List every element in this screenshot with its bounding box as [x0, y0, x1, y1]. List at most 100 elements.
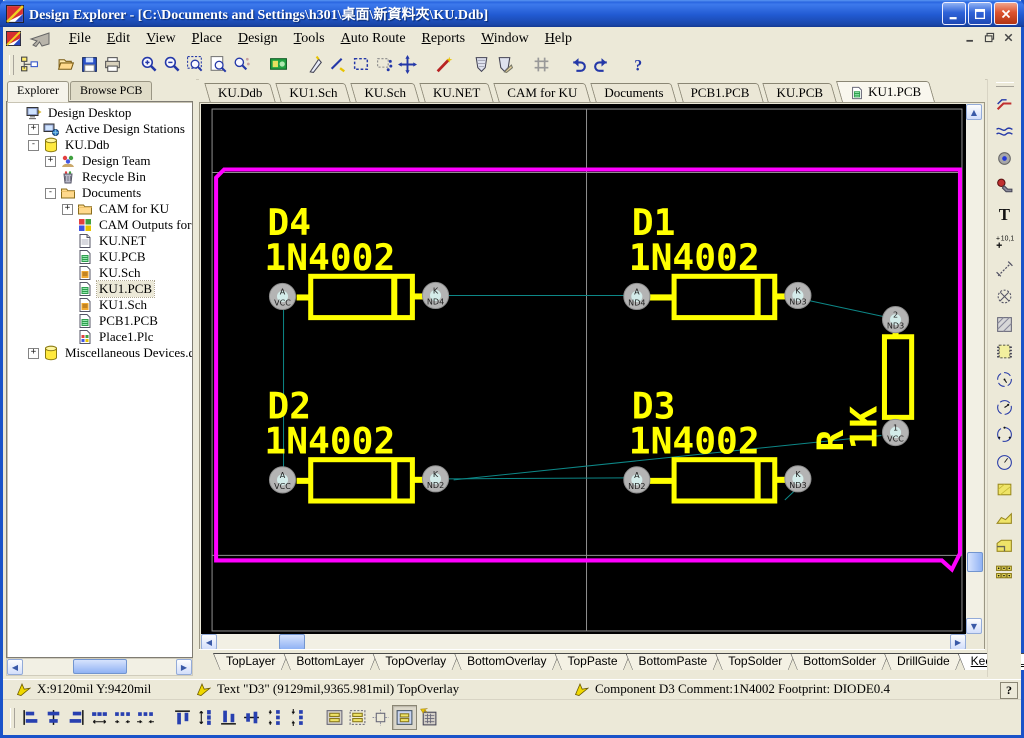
- status-help-button[interactable]: ?: [1000, 682, 1018, 699]
- save-button[interactable]: [78, 53, 101, 76]
- place-component-button[interactable]: [993, 340, 1016, 363]
- wizard-button[interactable]: [433, 53, 456, 76]
- maximize-button[interactable]: [968, 2, 992, 25]
- expand-plus-icon[interactable]: +: [28, 348, 39, 359]
- tree-item-design-desktop[interactable]: Design Desktop: [7, 105, 192, 121]
- scroll-right-button[interactable]: ▶: [176, 659, 192, 675]
- explorer-tree-button[interactable]: [18, 53, 41, 76]
- layer-tab-bottompaste[interactable]: BottomPaste: [626, 653, 721, 670]
- doc-tab-ku1-pcb[interactable]: KU1.PCB: [839, 81, 932, 102]
- help-button[interactable]: ?: [627, 53, 650, 76]
- zoom-document-button[interactable]: [207, 53, 230, 76]
- arrange-within-room-button[interactable]: [323, 706, 346, 729]
- doc-tab-cam-for-ku[interactable]: CAM for KU: [496, 83, 588, 102]
- print-button[interactable]: [101, 53, 124, 76]
- tree-item-ku-sch[interactable]: KU.Sch: [7, 265, 192, 281]
- edit-knife-button[interactable]: [304, 53, 327, 76]
- expand-plus-icon[interactable]: +: [62, 204, 73, 215]
- tree-item-ku1-pcb[interactable]: KU1.PCB: [7, 281, 192, 297]
- open-document-button[interactable]: [55, 53, 78, 76]
- place-fill-hatch-button[interactable]: [993, 313, 1016, 336]
- expand-minus-icon[interactable]: -: [45, 188, 56, 199]
- align-left-button[interactable]: [19, 706, 42, 729]
- redo-button[interactable]: [590, 53, 613, 76]
- move-selection-button[interactable]: [373, 53, 396, 76]
- mdi-restore-button[interactable]: [981, 30, 998, 45]
- mdi-minimize-button[interactable]: [962, 30, 979, 45]
- doc-tab-ku1-sch[interactable]: KU1.Sch: [278, 83, 348, 102]
- place-cutout-button[interactable]: [993, 285, 1016, 308]
- tree-item-recycle-bin[interactable]: Recycle Bin: [7, 169, 192, 185]
- layer-tab-bottomsolder[interactable]: BottomSolder: [790, 653, 889, 670]
- expand-minus-icon[interactable]: -: [28, 140, 39, 151]
- doc-tab-ku-sch[interactable]: KU.Sch: [353, 83, 417, 102]
- place-arc-edge-button[interactable]: [993, 120, 1016, 143]
- space-horizontal-button[interactable]: [111, 706, 134, 729]
- select-area-button[interactable]: [350, 53, 373, 76]
- menu-place[interactable]: Place: [184, 30, 230, 48]
- undo-button[interactable]: [567, 53, 590, 76]
- tree-item-ku-ddb[interactable]: -KU.Ddb: [7, 137, 192, 153]
- tree-item-cam-outputs-for-ku[interactable]: CAM Outputs for KU: [7, 217, 192, 233]
- layer-tab-bottomoverlay[interactable]: BottomOverlay: [454, 653, 559, 670]
- tree-item-design-team[interactable]: +Design Team: [7, 153, 192, 169]
- place-fill-button[interactable]: [993, 478, 1016, 501]
- tree-item-ku-net[interactable]: KU.NET: [7, 233, 192, 249]
- pcb-canvas[interactable]: D41N4002AVCCKND4D11N4002AND4KND3D21N4002…: [201, 104, 966, 634]
- align-right-button[interactable]: [65, 706, 88, 729]
- vscroll-thumb[interactable]: [967, 552, 983, 572]
- tree-item-active-design-stations[interactable]: +Active Design Stations: [7, 121, 192, 137]
- doc-tab-documents[interactable]: Documents: [593, 83, 674, 102]
- mdi-close-button[interactable]: [1000, 30, 1017, 45]
- menu-help[interactable]: Help: [537, 30, 580, 48]
- distribute-horizontal-button[interactable]: [88, 706, 111, 729]
- distribute-vertical-button[interactable]: [194, 706, 217, 729]
- place-coordinate-button[interactable]: 10,10+: [993, 230, 1016, 253]
- align-center-horizontal-button[interactable]: [42, 706, 65, 729]
- layer-tab-toplayer[interactable]: TopLayer: [213, 653, 288, 670]
- layer-tab-bottomlayer[interactable]: BottomLayer: [283, 653, 377, 670]
- arrange-outside-button[interactable]: [369, 706, 392, 729]
- menu-window[interactable]: Window: [473, 30, 537, 48]
- panel-tab-explorer[interactable]: Explorer: [7, 81, 69, 102]
- arc-angle-button[interactable]: [993, 396, 1016, 419]
- place-via-button[interactable]: [993, 147, 1016, 170]
- tree-item-pcb1-pcb[interactable]: PCB1.PCB: [7, 313, 192, 329]
- doc-tab-ku-net[interactable]: KU.NET: [422, 83, 491, 102]
- polygon-shield-button[interactable]: [470, 53, 493, 76]
- place-pad-button[interactable]: [993, 175, 1016, 198]
- place-dimension-button[interactable]: [993, 258, 1016, 281]
- place-line-button[interactable]: [327, 53, 350, 76]
- place-string-button[interactable]: T: [993, 202, 1016, 225]
- panel-horizontal-scrollbar[interactable]: ◀ ▶: [6, 658, 193, 676]
- panel-tab-browse-pcb[interactable]: Browse PCB: [70, 81, 152, 100]
- interactive-placement-button[interactable]: [417, 706, 440, 729]
- align-bottom-button[interactable]: [217, 706, 240, 729]
- doc-tab-ku-ddb[interactable]: KU.Ddb: [207, 83, 273, 102]
- scroll-right-button[interactable]: ▶: [950, 634, 966, 650]
- zoom-in-button[interactable]: [138, 53, 161, 76]
- toggle-grid-button[interactable]: [530, 53, 553, 76]
- tree-item-ku-pcb[interactable]: KU.PCB: [7, 249, 192, 265]
- minimize-button[interactable]: [942, 2, 966, 25]
- tree-item-documents[interactable]: -Documents: [7, 185, 192, 201]
- scroll-left-button[interactable]: ◀: [201, 634, 217, 650]
- scroll-left-button[interactable]: ◀: [7, 659, 23, 675]
- editor-vertical-scrollbar[interactable]: ▲ ▼: [966, 104, 983, 634]
- expand-plus-icon[interactable]: +: [45, 156, 56, 167]
- arc-center-button[interactable]: [993, 368, 1016, 391]
- close-button[interactable]: [994, 2, 1018, 25]
- full-circle-button[interactable]: [993, 451, 1016, 474]
- align-center-vertical-button[interactable]: [240, 706, 263, 729]
- pad-array-button[interactable]: [993, 561, 1016, 584]
- zoom-selection-button[interactable]: [230, 53, 253, 76]
- arrange-within-rectangle-button[interactable]: [346, 706, 369, 729]
- menu-design[interactable]: Design: [230, 30, 286, 48]
- menu-reports[interactable]: Reports: [414, 30, 474, 48]
- menu-view[interactable]: View: [138, 30, 184, 48]
- shrink-vertical-button[interactable]: [286, 706, 309, 729]
- menu-edit[interactable]: Edit: [99, 30, 138, 48]
- move-component-button[interactable]: [396, 53, 419, 76]
- layer-tab-topoverlay[interactable]: TopOverlay: [372, 653, 459, 670]
- doc-tab-ku-pcb[interactable]: KU.PCB: [765, 83, 834, 102]
